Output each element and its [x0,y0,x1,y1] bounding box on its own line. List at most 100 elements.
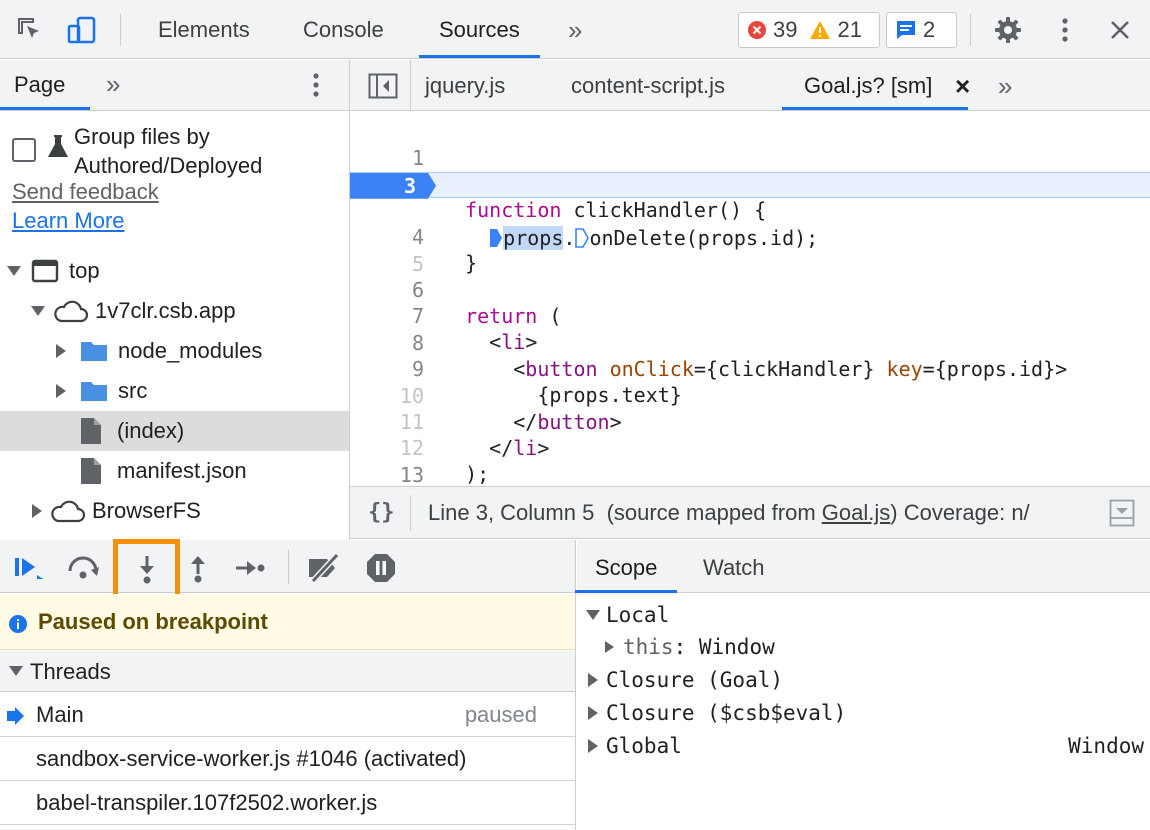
more-navigator-tabs-icon[interactable]: » [106,60,120,110]
thread-item[interactable]: babel-transpiler.107f2502.worker.js [0,781,575,825]
tree-item-domain[interactable]: 1v7clr.csb.app [0,291,349,331]
scope-separator: : [673,635,699,659]
messages-counter[interactable]: 2 [886,12,957,48]
tree-item-label: 1v7clr.csb.app [95,298,236,323]
tree-item-label: BrowserFS [92,498,201,523]
tab-page[interactable]: Page [14,60,65,110]
editor-tab-goal[interactable]: Goal.js? [sm] [781,60,969,110]
toolbar-divider [120,14,121,46]
sidebar-splitter[interactable] [575,540,576,830]
paused-banner: Paused on breakpoint [0,594,575,650]
thread-name: Main [36,701,84,727]
folder-icon [80,379,108,403]
code-line: 1 function Goal(props) { [350,119,1150,196]
tab-console[interactable]: Console [303,0,384,58]
current-thread-arrow-icon [6,705,24,731]
error-count: 39 [773,17,798,42]
debugger-toolbar [0,539,575,599]
expanded-arrow-icon [9,666,23,676]
source-mapped-suffix: ) [890,500,898,525]
deactivate-breakpoints-icon[interactable] [304,548,344,588]
breakpoint-marker[interactable]: 3 [350,172,436,199]
collapsed-arrow-icon [32,504,42,518]
step-into-icon[interactable] [113,539,180,599]
scope-global-value: Window [1068,734,1144,758]
pause-on-exceptions-icon[interactable] [361,548,401,588]
step-out-icon[interactable] [178,548,218,588]
code-line: 2 function clickHandler() { [350,145,1150,222]
navigator-header: Page » [0,60,349,111]
collapsed-arrow-icon [588,739,598,753]
more-tabs-icon[interactable]: » [568,0,582,58]
group-files-label-line1: Group files by [74,124,210,149]
navigator-menu-icon[interactable] [312,72,320,104]
status-divider [410,495,411,531]
tab-page-underline [0,107,90,110]
threads-title: Threads [30,659,111,684]
status-text: Line 3, Column 5 (source mapped from Goa… [428,487,1030,538]
group-files-label-line2: Authored/Deployed [74,153,263,178]
close-devtools-icon[interactable] [1104,14,1136,46]
tree-item-top[interactable]: top [0,251,349,291]
toggle-navigator-icon[interactable] [368,73,398,105]
paused-message: Paused on breakpoint [38,609,268,634]
step-over-icon[interactable] [64,548,104,588]
resume-icon[interactable] [8,548,48,588]
pretty-print-icon[interactable]: {} [368,487,395,538]
tab-elements[interactable]: Elements [158,0,250,58]
collapsed-arrow-icon [56,384,66,398]
editor-tab-content-script[interactable]: content-script.js [571,60,725,110]
tree-item-manifest[interactable]: manifest.json [0,451,349,491]
toolbar-divider [288,550,289,584]
more-options-icon[interactable] [1049,14,1081,46]
tree-item-index[interactable]: (index) [0,411,349,451]
scope-closure-eval[interactable]: Closure ($csb$eval) [588,697,846,729]
scope-this[interactable]: this: Window [605,631,775,663]
more-editor-tabs-icon[interactable]: » [998,60,1012,110]
step-icon[interactable] [230,548,270,588]
code-line: 7 <li> [350,277,1150,354]
source-map-link[interactable]: Goal.js [822,500,890,525]
scope-closure-goal[interactable]: Closure (Goal) [588,664,783,696]
threads-section-header[interactable]: Threads [0,651,575,692]
inspect-element-icon[interactable] [14,14,46,46]
collapsed-arrow-icon [588,673,598,687]
expanded-arrow-icon [31,306,45,316]
warning-icon [809,20,831,40]
code-line: 10 </button> [350,357,1150,434]
group-files-checkbox[interactable] [12,138,36,162]
message-count: 2 [923,17,936,42]
send-feedback-link[interactable]: Send feedback [12,179,159,205]
thread-name: sandbox-service-worker.js #1046 (activat… [36,745,467,771]
scope-local[interactable]: Local [586,599,669,631]
thread-item[interactable]: sandbox-service-worker.js #1046 (activat… [0,737,575,781]
device-toolbar-icon[interactable] [66,14,98,46]
info-icon [9,613,27,639]
code-line: 14 [350,462,1150,485]
devtools-toolbar: Elements Console Sources » 39 21 2 [0,0,1150,59]
file-navigator: Group files by Authored/Deployed Send fe… [0,111,349,539]
group-files-label: Group files by Authored/Deployed [74,122,262,180]
cursor-position: Line 3, Column 5 [428,500,595,525]
cloud-icon [51,298,89,324]
tree-item-node-modules[interactable]: node_modules [0,331,349,371]
tree-item-src[interactable]: src [0,371,349,411]
scope-key: this [623,635,674,659]
issues-counter[interactable]: 39 21 [738,12,880,48]
folder-icon [80,339,108,363]
close-tab-icon[interactable]: × [955,60,970,110]
scope-label: Closure (Goal) [606,668,784,692]
thread-item[interactable]: Main paused [0,693,575,737]
editor-tab-jquery[interactable]: jquery.js [425,60,505,110]
editor-statusbar: {} Line 3, Column 5 (source mapped from … [350,486,1150,539]
scope-global[interactable]: Global [588,730,682,762]
code-editor[interactable]: 1 function Goal(props) { 2 function clic… [350,111,1150,485]
tree-item-browserfs[interactable]: BrowserFS [0,491,349,531]
tab-scope[interactable]: Scope [574,540,678,593]
tab-sources[interactable]: Sources [419,0,540,58]
settings-gear-icon[interactable] [992,14,1024,46]
tab-watch[interactable]: Watch [703,540,765,593]
cloud-icon [48,498,86,524]
toggle-drawer-icon[interactable] [1109,499,1135,533]
learn-more-link[interactable]: Learn More [12,208,125,234]
